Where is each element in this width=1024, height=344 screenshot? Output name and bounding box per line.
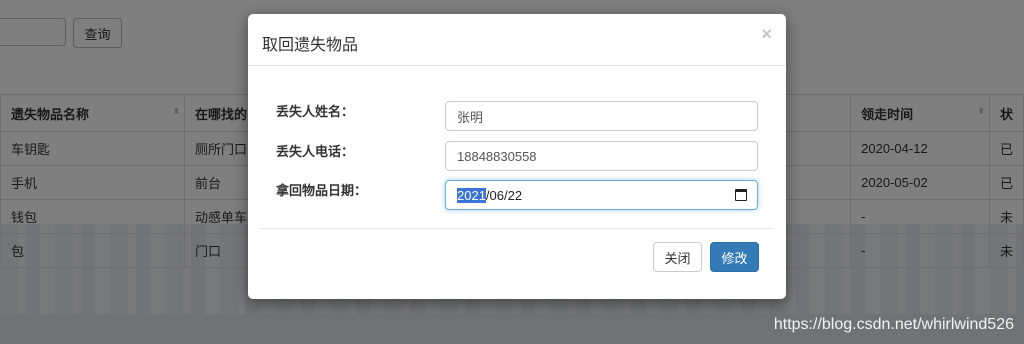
close-icon[interactable]: × [761,24,772,45]
close-button[interactable]: 关闭 [653,242,702,272]
modal-title: 取回遗失物品 [262,37,359,54]
watermark-url: https://blog.csdn.net/whirlwind526 [773,316,1014,333]
retrieve-date-input[interactable]: 2021/06/22 [445,180,758,210]
owner-phone-input[interactable]: 18848830558 [445,141,758,171]
owner-name-value: 张明 [457,109,484,125]
retrieve-item-modal: 取回遗失物品 × 丢失人姓名： 张明 丢失人电话： 18848830558 拿回… [248,14,786,299]
retrieve-date-label: 拿回物品日期： [276,183,368,198]
modal-footer: 关闭 修改 [260,228,774,300]
date-rest-segment[interactable]: /06/22 [486,188,522,203]
owner-name-label: 丢失人姓名： [276,104,355,119]
calendar-icon[interactable] [735,189,747,201]
owner-name-input[interactable]: 张明 [445,101,758,131]
owner-phone-label: 丢失人电话： [276,144,355,159]
owner-phone-value: 18848830558 [457,148,537,164]
date-year-segment[interactable]: 2021 [457,187,486,203]
modal-header: 取回遗失物品 × [248,14,786,66]
submit-modify-button[interactable]: 修改 [710,242,759,272]
